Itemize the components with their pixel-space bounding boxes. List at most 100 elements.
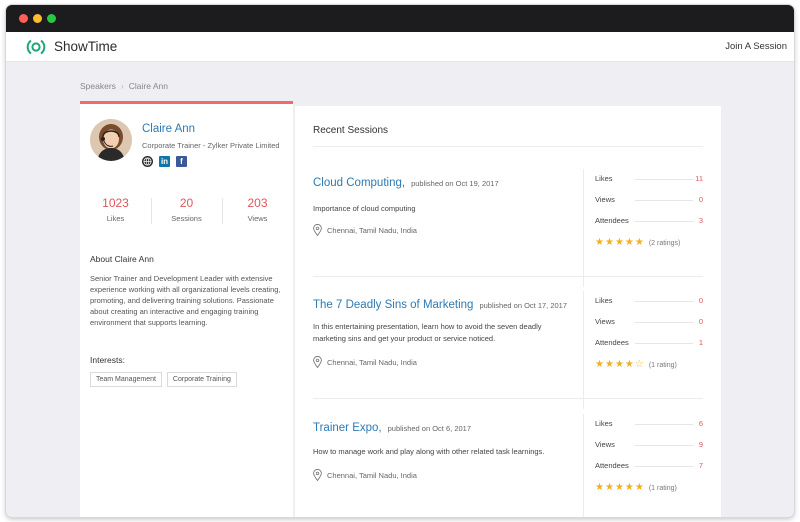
heading-divider	[313, 146, 703, 147]
session-title: Cloud Computing, published on Oct 19, 201…	[313, 177, 499, 189]
star-filled-icon: ★	[614, 482, 624, 493]
metric-attendees-label: Attendees	[595, 216, 629, 225]
breadcrumb-separator: ›	[120, 81, 124, 91]
metric-likes-label: Likes	[595, 296, 613, 305]
metric-attendees-label: Attendees	[595, 338, 629, 347]
session-item: Trainer Expo, published on Oct 6, 2017 Ho…	[295, 414, 721, 517]
star-filled-icon: ★	[634, 237, 644, 248]
session-rating: ★★★★★ (1 rating)	[595, 483, 707, 493]
location-pin-icon	[313, 356, 322, 368]
speaker-title: Corporate Trainer - Zylker Private Limit…	[142, 141, 280, 150]
window-titlebar	[6, 5, 794, 32]
session-title: The 7 Deadly Sins of Marketing published …	[313, 299, 567, 311]
ratings-count: (1 rating)	[648, 484, 677, 492]
metric-views-label: Views	[595, 317, 615, 326]
session-location-text: Chennai, Tamil Nadu, India	[327, 357, 417, 367]
recent-sessions-heading: Recent Sessions	[313, 125, 389, 136]
session-location-text: Chennai, Tamil Nadu, India	[327, 470, 417, 480]
session-title-link[interactable]: Cloud Computing,	[313, 177, 405, 189]
minimize-window-button[interactable]	[33, 14, 42, 23]
session-title-link[interactable]: The 7 Deadly Sins of Marketing	[313, 299, 473, 311]
recent-sessions-panel: Recent Sessions Cloud Computing, publishe…	[295, 106, 721, 517]
stat-views-value: 203	[247, 196, 268, 210]
breadcrumb: Speakers › Claire Ann	[80, 81, 168, 91]
metric-views-value: 0	[698, 195, 703, 204]
metric-likes: Likes 0	[595, 296, 707, 317]
metric-attendees-label: Attendees	[595, 461, 629, 470]
star-filled-icon: ★	[604, 237, 614, 248]
metric-views-value: 0	[698, 317, 703, 326]
interest-tags: Team Management Corporate Training	[90, 372, 237, 387]
metric-attendees: Attendees 3	[595, 216, 707, 237]
session-title: Trainer Expo, published on Oct 6, 2017	[313, 422, 471, 434]
metric-views: Views 0	[595, 317, 707, 338]
metric-likes-label: Likes	[595, 419, 613, 428]
session-location-text: Chennai, Tamil Nadu, India	[327, 225, 417, 235]
session-divider	[583, 414, 584, 517]
star-empty-icon: ☆	[634, 359, 644, 370]
star-filled-icon: ★	[604, 359, 614, 370]
maximize-window-button[interactable]	[47, 14, 56, 23]
stat-sessions-label: Sessions	[171, 214, 202, 223]
stat-sessions-value: 20	[179, 196, 194, 210]
session-metrics: Likes 6 Views 9 Attendees 7 ★★★★★ (1 rating)	[595, 419, 707, 493]
star-filled-icon: ★	[604, 482, 614, 493]
metric-views-value: 9	[698, 440, 703, 449]
session-location: Chennai, Tamil Nadu, India	[313, 469, 417, 481]
metric-attendees-value: 1	[698, 338, 703, 347]
metric-likes-value: 6	[698, 419, 703, 428]
app-header: ShowTime Join A Session	[6, 32, 794, 62]
session-description: How to manage work and play along with o…	[313, 447, 545, 456]
star-filled-icon: ★	[614, 359, 624, 370]
breadcrumb-speakers-link[interactable]: Speakers	[80, 81, 116, 91]
join-session-link[interactable]: Join A Session	[725, 41, 787, 52]
session-rating: ★★★★★ (2 ratings)	[595, 238, 707, 248]
social-links: in f	[142, 156, 187, 167]
metric-likes: Likes 6	[595, 419, 707, 440]
linkedin-icon[interactable]: in	[159, 156, 170, 167]
speaker-stats: 1023 Likes 20 Sessions 203 Views	[80, 196, 293, 228]
location-pin-icon	[313, 224, 322, 236]
metric-likes-label: Likes	[595, 174, 613, 183]
star-filled-icon: ★	[624, 482, 634, 493]
interest-tag[interactable]: Corporate Training	[166, 372, 237, 387]
metric-views-label: Views	[595, 195, 615, 204]
star-filled-icon: ★	[624, 359, 634, 370]
star-filled-icon: ★	[595, 482, 604, 493]
metric-views: Views 9	[595, 440, 707, 461]
showtime-logo-icon[interactable]	[26, 37, 46, 57]
interest-tag[interactable]: Team Management	[90, 372, 162, 387]
about-text: Senior Trainer and Development Leader wi…	[90, 274, 281, 327]
star-filled-icon: ★	[595, 237, 604, 248]
metric-attendees-value: 3	[698, 216, 703, 225]
metric-attendees: Attendees 1	[595, 338, 707, 359]
session-published-date: published on Oct 19, 2017	[411, 179, 499, 188]
session-title-link[interactable]: Trainer Expo,	[313, 422, 382, 434]
session-rating: ★★★★☆ (1 rating)	[595, 360, 707, 370]
stat-likes-label: Likes	[106, 214, 125, 223]
breadcrumb-current: Claire Ann	[128, 81, 168, 91]
location-pin-icon	[313, 469, 322, 481]
metric-attendees-value: 7	[698, 461, 703, 470]
speaker-profile-card: Claire Ann Corporate Trainer - Zylker Pr…	[80, 101, 293, 517]
stat-views: 203 Views	[222, 196, 293, 228]
stat-sessions: 20 Sessions	[151, 196, 222, 228]
facebook-icon[interactable]: f	[176, 156, 187, 167]
star-rating-icons: ★★★★★	[595, 483, 645, 493]
star-filled-icon: ★	[634, 482, 644, 493]
session-divider	[583, 291, 584, 409]
star-filled-icon: ★	[614, 237, 624, 248]
session-published-date: published on Oct 6, 2017	[387, 424, 472, 433]
app-brand-name[interactable]: ShowTime	[54, 39, 117, 54]
about-heading: About Claire Ann	[90, 254, 154, 264]
metric-views-label: Views	[595, 440, 615, 449]
session-separator	[313, 276, 703, 277]
session-metrics: Likes 11 Views 0 Attendees 3 ★★★★★ (2 rating…	[595, 174, 707, 248]
star-rating-icons: ★★★★☆	[595, 360, 645, 370]
close-window-button[interactable]	[19, 14, 28, 23]
star-rating-icons: ★★★★★	[595, 238, 645, 248]
metric-likes-value: 0	[698, 296, 703, 305]
star-filled-icon: ★	[595, 359, 604, 370]
metric-likes: Likes 11	[595, 174, 707, 195]
web-icon[interactable]	[142, 156, 153, 167]
